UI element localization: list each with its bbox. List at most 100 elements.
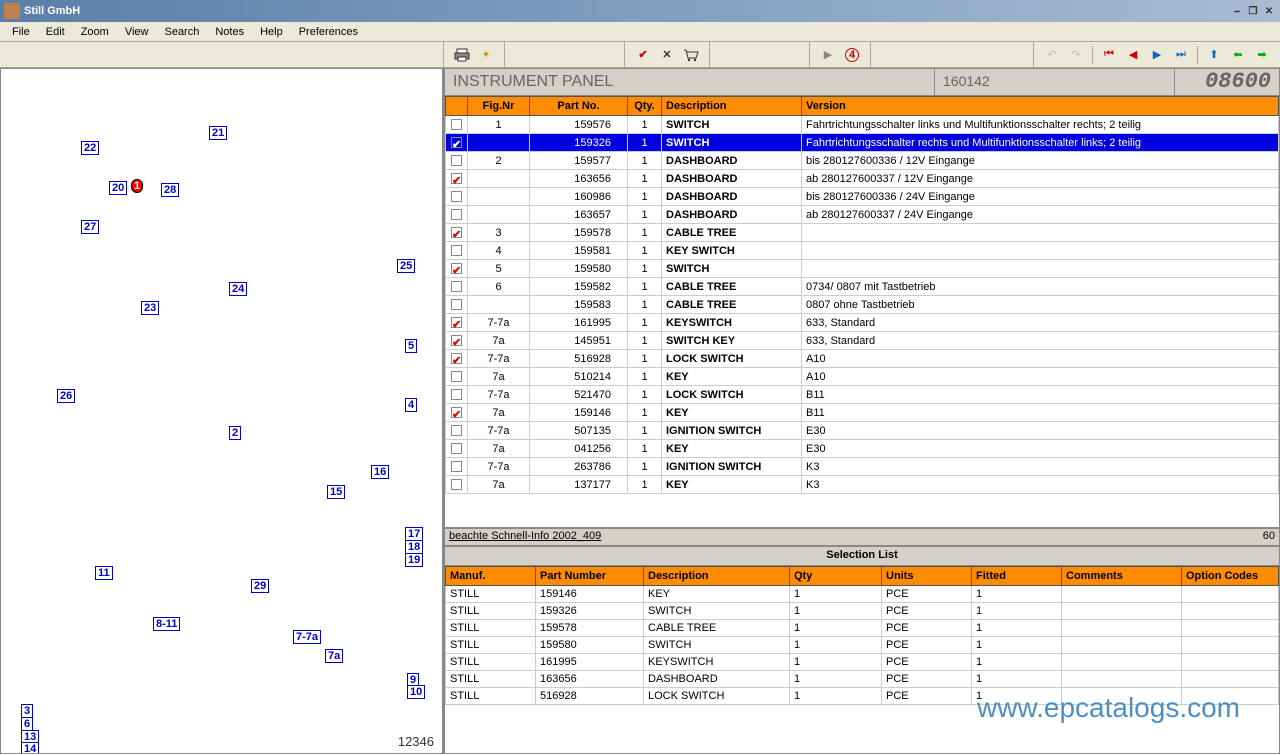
col-partno[interactable]: Part No. — [530, 97, 628, 116]
sel-col[interactable]: Manuf. — [446, 567, 536, 586]
undo-button[interactable]: ↶ — [1042, 45, 1062, 65]
row-checkbox[interactable] — [451, 443, 462, 454]
table-row[interactable]: 51595801SWITCH — [446, 260, 1279, 278]
row-checkbox[interactable] — [451, 317, 462, 328]
menu-help[interactable]: Help — [252, 24, 291, 40]
selection-row[interactable]: STILL159580SWITCH1PCE1 — [446, 637, 1279, 654]
row-checkbox[interactable] — [451, 479, 462, 490]
row-checkbox[interactable] — [451, 407, 462, 418]
parts-table-container[interactable]: Fig.Nr Part No. Qty. Description Version… — [444, 96, 1280, 528]
table-row[interactable]: 1593261SWITCHFahrtrichtungsschalter rech… — [446, 134, 1279, 152]
row-checkbox[interactable] — [451, 191, 462, 202]
row-checkbox[interactable] — [451, 353, 462, 364]
table-row[interactable]: 1636561DASHBOARDab 280127600337 / 12V Ei… — [446, 170, 1279, 188]
menu-edit[interactable]: Edit — [38, 24, 73, 40]
diagram-callout[interactable]: 21 — [209, 126, 227, 140]
selection-row[interactable]: STILL516928LOCK SWITCH1PCE1 — [446, 688, 1279, 705]
sel-comments[interactable] — [1062, 603, 1182, 620]
table-row[interactable]: 7a1591461KEYB11 — [446, 404, 1279, 422]
table-row[interactable]: 1609861DASHBOARDbis 280127600336 / 24V E… — [446, 188, 1279, 206]
table-row[interactable]: 21595771DASHBOARDbis 280127600336 / 12V … — [446, 152, 1279, 170]
row-checkbox[interactable] — [451, 263, 462, 274]
table-row[interactable]: 7-7a5071351IGNITION SWITCHE30 — [446, 422, 1279, 440]
diagram-callout[interactable]: 27 — [81, 220, 99, 234]
sel-qty[interactable]: 1 — [790, 603, 882, 620]
menu-preferences[interactable]: Preferences — [291, 24, 366, 40]
table-row[interactable]: 7a1371771KEYK3 — [446, 476, 1279, 494]
row-checkbox[interactable] — [451, 137, 462, 148]
sel-comments[interactable] — [1062, 637, 1182, 654]
last-button[interactable]: ⏭ — [1171, 45, 1191, 65]
row-checkbox[interactable] — [451, 245, 462, 256]
col-version[interactable]: Version — [802, 97, 1279, 116]
diagram-callout[interactable]: 15 — [327, 485, 345, 499]
sel-comments[interactable] — [1062, 688, 1182, 705]
table-row[interactable]: 7-7a5214701LOCK SWITCHB11 — [446, 386, 1279, 404]
table-row[interactable]: 7-7a2637861IGNITION SWITCHK3 — [446, 458, 1279, 476]
table-row[interactable]: 7a1459511SWITCH KEY633, Standard — [446, 332, 1279, 350]
row-checkbox[interactable] — [451, 173, 462, 184]
sel-col[interactable]: Option Codes — [1182, 567, 1279, 586]
row-checkbox[interactable] — [451, 209, 462, 220]
row-checkbox[interactable] — [451, 299, 462, 310]
diagram-callout[interactable]: 14 — [21, 742, 39, 754]
diagram-callout[interactable]: 23 — [141, 301, 159, 315]
back-arrow-button[interactable]: ⬅ — [1228, 45, 1248, 65]
nav-count-button[interactable]: 4 — [842, 45, 862, 65]
col-check[interactable] — [446, 97, 468, 116]
selection-table-container[interactable]: Manuf.Part NumberDescriptionQtyUnitsFitt… — [444, 566, 1280, 754]
diagram-callout[interactable]: 24 — [229, 282, 247, 296]
row-checkbox[interactable] — [451, 227, 462, 238]
table-row[interactable]: 7a5102141KEYA10 — [446, 368, 1279, 386]
diagram-callout[interactable]: 2 — [229, 426, 241, 440]
sel-qty[interactable]: 1 — [790, 688, 882, 705]
forward-arrow-button[interactable]: ➡ — [1252, 45, 1272, 65]
table-row[interactable]: 11595761SWITCHFahrtrichtungsschalter lin… — [446, 116, 1279, 134]
diagram-callout[interactable]: 11 — [95, 566, 113, 580]
sel-col[interactable]: Qty — [790, 567, 882, 586]
print-button[interactable] — [452, 45, 472, 65]
col-fignr[interactable]: Fig.Nr — [468, 97, 530, 116]
sel-col[interactable]: Comments — [1062, 567, 1182, 586]
diagram-callout[interactable]: 13 — [21, 730, 39, 744]
row-checkbox[interactable] — [451, 461, 462, 472]
sel-comments[interactable] — [1062, 671, 1182, 688]
col-qty[interactable]: Qty. — [628, 97, 662, 116]
row-checkbox[interactable] — [451, 335, 462, 346]
table-row[interactable]: 1595831CABLE TREE0807 ohne Tastbetrieb — [446, 296, 1279, 314]
diagram-callout[interactable]: 16 — [371, 465, 389, 479]
first-button[interactable]: ⏮ — [1099, 45, 1119, 65]
sel-comments[interactable] — [1062, 620, 1182, 637]
minimize-button[interactable]: ⎯ — [1230, 4, 1244, 18]
sel-qty[interactable]: 1 — [790, 586, 882, 603]
sel-qty[interactable]: 1 — [790, 671, 882, 688]
selection-row[interactable]: STILL161995KEYSWITCH1PCE1 — [446, 654, 1279, 671]
row-checkbox[interactable] — [451, 119, 462, 130]
diagram-callout[interactable]: 22 — [81, 141, 99, 155]
menu-file[interactable]: File — [4, 24, 38, 40]
prev-red-button[interactable]: ◀ — [1123, 45, 1143, 65]
info-note-link[interactable]: beachte Schnell-Info 2002_409 — [449, 530, 1263, 544]
cart-button[interactable] — [681, 45, 701, 65]
table-row[interactable]: 41595811KEY SWITCH — [446, 242, 1279, 260]
selection-row[interactable]: STILL159578CABLE TREE1PCE1 — [446, 620, 1279, 637]
row-checkbox[interactable] — [451, 425, 462, 436]
sel-col[interactable]: Part Number — [536, 567, 644, 586]
sel-comments[interactable] — [1062, 654, 1182, 671]
diagram-callout[interactable]: 8-11 — [153, 617, 180, 631]
sel-comments[interactable] — [1062, 586, 1182, 603]
menu-view[interactable]: View — [117, 24, 157, 40]
next-blue-button[interactable]: ▶ — [1147, 45, 1167, 65]
sel-qty[interactable]: 1 — [790, 637, 882, 654]
sel-col[interactable]: Fitted — [972, 567, 1062, 586]
diagram-callout[interactable]: 1 — [131, 179, 143, 193]
diagram-callout[interactable]: 20 — [109, 181, 127, 195]
diagram-callout[interactable]: 29 — [251, 579, 269, 593]
magic-wand-button[interactable]: ✦ — [476, 45, 496, 65]
selection-row[interactable]: STILL163656DASHBOARD1PCE1 — [446, 671, 1279, 688]
check-button[interactable]: ✔ — [633, 45, 653, 65]
diagram-callout[interactable]: 25 — [397, 259, 415, 273]
selection-row[interactable]: STILL159146KEY1PCE1 — [446, 586, 1279, 603]
selection-row[interactable]: STILL159326SWITCH1PCE1 — [446, 603, 1279, 620]
menu-notes[interactable]: Notes — [207, 24, 252, 40]
